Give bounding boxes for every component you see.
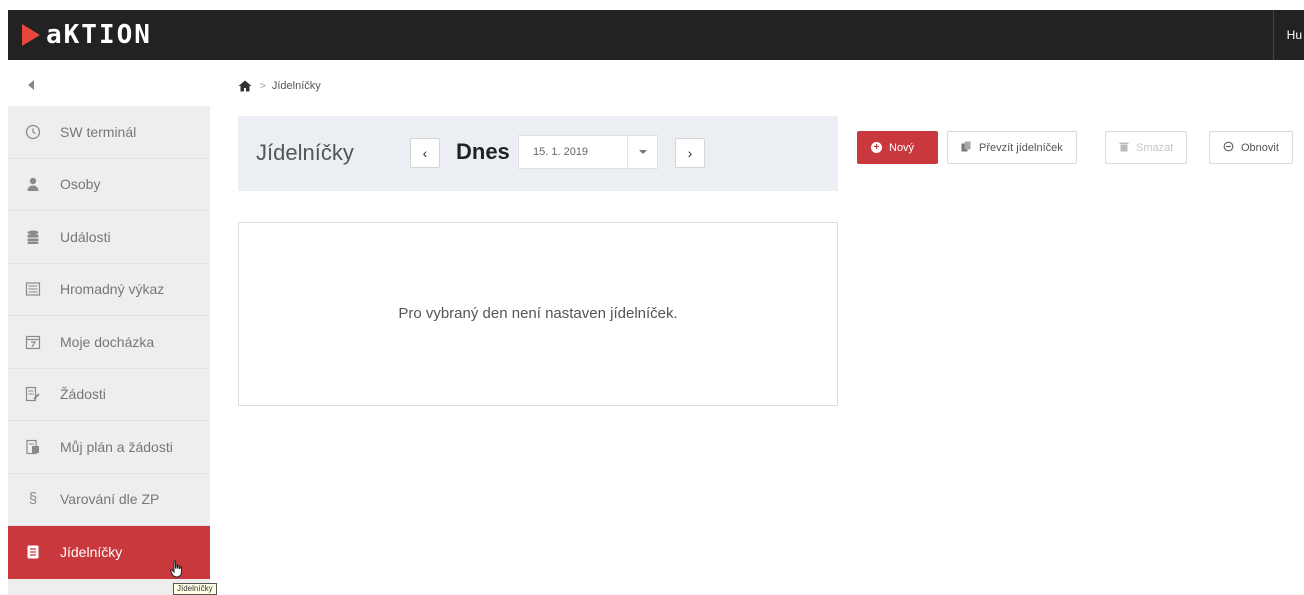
home-icon[interactable] [238,80,252,92]
page-title: Jídelníčky [256,140,354,165]
database-icon [25,229,41,245]
refresh-button-label: Obnovit [1241,141,1279,154]
paragraph-icon: § [28,490,38,508]
delete-button-label: Smazat [1136,141,1174,154]
sidebar: SW terminál Osoby Události Hromadný výka… [8,106,210,595]
date-picker[interactable]: 15. 1. 2019 [518,135,658,169]
sidebar-item-label: SW terminál [60,123,137,140]
menu-content-panel: Pro vybraný den není nastaven jídelníček… [238,222,838,406]
document-icon [25,544,41,560]
sidebar-item-zadosti[interactable]: Žádosti [8,369,210,421]
prev-day-button[interactable]: ‹ [410,138,440,168]
user-name[interactable]: Hu [1287,28,1302,42]
sidebar-item-label: Varování dle ZP [60,491,160,508]
caret-left-icon [28,80,34,90]
refresh-button[interactable]: Obnovit [1209,131,1293,164]
new-button[interactable]: + Nový [857,131,938,164]
person-icon [25,176,41,192]
plus-circle-icon: + [871,142,882,153]
request-icon [25,386,41,402]
logo-triangle-icon [22,24,40,46]
plan-icon [25,439,41,455]
sidebar-item-label: Jídelníčky [60,544,123,561]
clock-icon [25,124,41,140]
sidebar-item-osoby[interactable]: Osoby [8,159,210,211]
sidebar-item-label: Hromadný výkaz [60,281,165,298]
sidebar-item-label: Moje docházka [60,333,155,350]
tooltip: Jídelníčky [173,583,217,595]
header-panel: Jídelníčky ‹ Dnes 15. 1. 2019 › [238,116,838,191]
refresh-icon [1223,141,1234,155]
report-icon [25,281,41,297]
breadcrumb-separator: > [260,80,266,92]
date-picker-divider [627,136,628,168]
take-over-button[interactable]: Převzít jídelníček [947,131,1077,164]
sidebar-collapse-toggle[interactable] [8,70,210,106]
date-value: 15. 1. 2019 [533,146,589,158]
copy-icon [961,141,972,155]
breadcrumb: > Jídelníčky [238,80,321,92]
sidebar-item-sw-terminal[interactable]: SW terminál [8,106,210,159]
logo-text: aKTION [46,20,152,50]
hand-cursor-icon [170,560,184,583]
topbar-divider [1273,10,1274,60]
sidebar-item-muj-plan[interactable]: Můj plán a žádosti [8,421,210,474]
sidebar-item-hromadny-vykaz[interactable]: Hromadný výkaz [8,264,210,316]
today-label: Dnes [456,139,510,164]
delete-button[interactable]: Smazat [1105,131,1188,164]
empty-message: Pro vybraný den není nastaven jídelníček… [398,305,678,322]
new-button-label: Nový [889,141,915,154]
sidebar-item-label: Žádosti [60,386,106,403]
sidebar-item-label: Můj plán a žádosti [60,438,173,455]
caret-down-icon[interactable] [639,150,647,154]
sidebar-item-label: Osoby [60,176,101,193]
sidebar-item-udalosti[interactable]: Události [8,211,210,264]
calendar-icon [25,334,41,350]
sidebar-item-label: Události [60,228,111,245]
trash-icon [1119,141,1129,155]
next-day-button[interactable]: › [675,138,705,168]
sidebar-item-moje-dochazka[interactable]: Moje docházka [8,316,210,369]
take-over-button-label: Převzít jídelníček [979,141,1063,154]
top-bar: aKTION Hu [8,10,1304,60]
sidebar-item-varovani[interactable]: § Varování dle ZP [8,474,210,526]
logo[interactable]: aKTION [22,21,152,49]
breadcrumb-current: Jídelníčky [271,80,321,92]
